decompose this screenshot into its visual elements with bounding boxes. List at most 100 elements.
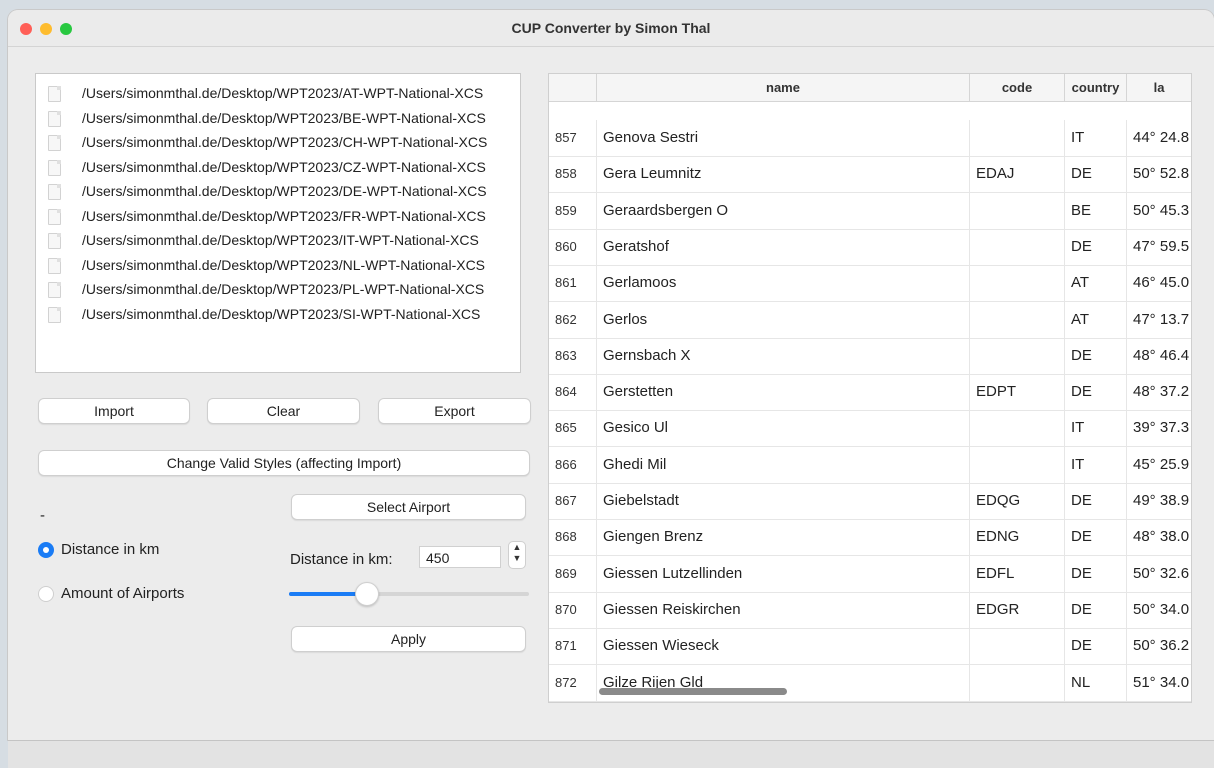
table-row[interactable]: 860 Geratshof DE 47° 59.5 [549, 228, 1191, 266]
cell-lat: 48° 46.4 [1126, 337, 1191, 374]
cell-code [969, 337, 1064, 374]
cell-lat: 48° 37.2 [1126, 374, 1191, 411]
cell-country: NL [1064, 664, 1126, 701]
file-list-item[interactable]: /Users/simonmthal.de/Desktop/WPT2023/BE-… [36, 108, 520, 132]
file-icon [48, 282, 61, 298]
column-header-lat[interactable]: la [1126, 74, 1191, 101]
file-list-item[interactable]: /Users/simonmthal.de/Desktop/WPT2023/IT-… [36, 230, 520, 254]
table-row[interactable]: 863 Gernsbach X DE 48° 46.4 [549, 337, 1191, 375]
cell-lat: 48° 38.0 [1126, 519, 1191, 556]
cell-idx: 862 [555, 311, 577, 327]
cell-country: IT [1064, 120, 1126, 156]
title-bar: CUP Converter by Simon Thal [8, 10, 1214, 47]
cell-lat: 39° 37.3 [1126, 410, 1191, 447]
cell-code [969, 228, 1064, 265]
apply-button[interactable]: Apply [291, 626, 526, 652]
cell-idx: 867 [555, 493, 577, 508]
table-row[interactable]: 872 Gilze Rijen Gld NL 51° 34.0 [549, 664, 1191, 702]
distance-stepper[interactable]: ▲ ▼ [508, 541, 526, 569]
column-header-code[interactable]: code [969, 74, 1064, 101]
cell-name: Geratshof [596, 228, 969, 265]
cell-lat: 45° 25.9 [1126, 446, 1191, 483]
cell-idx: 863 [555, 347, 577, 363]
distance-label: Distance in km: [290, 551, 393, 568]
bottom-bar [8, 740, 1214, 768]
cell-code [969, 410, 1064, 447]
file-list-item[interactable]: /Users/simonmthal.de/Desktop/WPT2023/CZ-… [36, 157, 520, 181]
file-icon [48, 257, 61, 274]
cell-country: AT [1064, 301, 1126, 338]
table-row[interactable]: 868 Giengen Brenz EDNG DE 48° 38.0 [549, 519, 1191, 557]
import-button[interactable]: Import [38, 398, 190, 424]
file-icon [48, 233, 61, 249]
airport-table[interactable]: name code country la 857 Genova Sestri IT 4… [548, 73, 1192, 703]
cell-country: DE [1064, 374, 1126, 411]
app-window: CUP Converter by Simon Thal /Users/simon… [8, 10, 1214, 740]
cell-country: DE [1064, 591, 1126, 628]
cell-idx: 872 [555, 674, 577, 690]
cell-country: DE [1064, 337, 1126, 374]
table-row[interactable]: 871 Giessen Wieseck DE 50° 36.2 [549, 628, 1191, 666]
file-path: /Users/simonmthal.de/Desktop/WPT2023/PL-… [82, 281, 485, 297]
file-icon [48, 135, 61, 151]
file-list-item[interactable]: /Users/simonmthal.de/Desktop/WPT2023/SI-… [36, 304, 520, 328]
cell-name: Ghedi Mil [596, 446, 969, 483]
cell-idx: 870 [555, 601, 577, 617]
file-icon [48, 159, 61, 176]
cell-lat: 47° 59.5 [1126, 228, 1191, 265]
file-path: /Users/simonmthal.de/Desktop/WPT2023/AT-… [82, 85, 484, 101]
file-list[interactable]: /Users/simonmthal.de/Desktop/WPT2023/AT-… [35, 73, 521, 373]
cell-lat: 50° 36.2 [1126, 628, 1191, 665]
table-row[interactable]: 861 Gerlamoos AT 46° 45.0 [549, 265, 1191, 303]
file-list-item[interactable]: /Users/simonmthal.de/Desktop/WPT2023/DE-… [36, 181, 520, 205]
file-icon [48, 86, 61, 102]
cell-idx: 864 [555, 384, 577, 400]
file-icon [48, 184, 61, 200]
file-list-item[interactable]: /Users/simonmthal.de/Desktop/WPT2023/FR-… [36, 206, 520, 230]
cell-idx: 859 [555, 202, 577, 218]
cell-country: DE [1064, 156, 1126, 193]
table-row[interactable]: 869 Giessen Lutzellinden EDFL DE 50° 32.6 [549, 555, 1191, 593]
export-button[interactable]: Export [378, 398, 531, 424]
cell-code: EDQG [969, 483, 1064, 519]
cell-idx: 868 [555, 529, 577, 545]
select-airport-button[interactable]: Select Airport [291, 494, 526, 520]
cell-idx: 869 [555, 565, 577, 581]
cell-name: Genova Sestri [596, 120, 969, 156]
table-row[interactable]: 857 Genova Sestri IT 44° 24.8 [549, 120, 1191, 157]
file-path: /Users/simonmthal.de/Desktop/WPT2023/IT-… [82, 232, 479, 248]
cell-country: DE [1064, 628, 1126, 665]
column-header-index[interactable] [549, 74, 596, 101]
column-header-name[interactable]: name [596, 74, 969, 101]
cell-name: Geraardsbergen O [596, 192, 969, 229]
amount-mode-radio[interactable] [38, 586, 54, 602]
table-row[interactable]: 867 Giebelstadt EDQG DE 49° 38.9 [549, 483, 1191, 520]
table-row[interactable]: 864 Gerstetten EDPT DE 48° 37.2 [549, 374, 1191, 412]
clear-button[interactable]: Clear [207, 398, 360, 424]
file-list-item[interactable]: /Users/simonmthal.de/Desktop/WPT2023/PL-… [36, 279, 520, 303]
cell-lat: 51° 34.0 [1126, 664, 1191, 701]
chevron-up-icon[interactable]: ▲ [509, 542, 525, 553]
table-header: name code country la [549, 74, 1191, 102]
distance-slider-handle[interactable] [354, 582, 379, 606]
column-header-country[interactable]: country [1064, 74, 1126, 101]
table-row[interactable]: 858 Gera Leumnitz EDAJ DE 50° 52.8 [549, 156, 1191, 194]
file-list-item[interactable]: /Users/simonmthal.de/Desktop/WPT2023/CH-… [36, 132, 520, 156]
file-list-item[interactable]: /Users/simonmthal.de/Desktop/WPT2023/AT-… [36, 83, 520, 107]
cell-name: Giessen Wieseck [596, 628, 969, 665]
cell-country: DE [1064, 519, 1126, 556]
distance-slider[interactable] [289, 582, 529, 606]
table-row[interactable]: 859 Geraardsbergen O BE 50° 45.3 [549, 192, 1191, 230]
change-valid-styles-button[interactable]: Change Valid Styles (affecting Import) [38, 450, 530, 476]
horizontal-scrollbar[interactable] [599, 688, 787, 695]
distance-mode-radio[interactable] [38, 542, 54, 558]
distance-input[interactable]: 450 [419, 546, 501, 568]
cell-idx: 860 [555, 238, 577, 254]
table-row[interactable]: 870 Giessen Reiskirchen EDGR DE 50° 34.0 [549, 591, 1191, 629]
table-row[interactable]: 862 Gerlos AT 47° 13.7 [549, 301, 1191, 339]
table-row[interactable]: 866 Ghedi Mil IT 45° 25.9 [549, 446, 1191, 484]
cell-idx: 861 [555, 275, 577, 291]
file-list-item[interactable]: /Users/simonmthal.de/Desktop/WPT2023/NL-… [36, 255, 520, 279]
chevron-down-icon[interactable]: ▼ [509, 553, 525, 564]
table-row[interactable]: 865 Gesico Ul IT 39° 37.3 [549, 410, 1191, 448]
